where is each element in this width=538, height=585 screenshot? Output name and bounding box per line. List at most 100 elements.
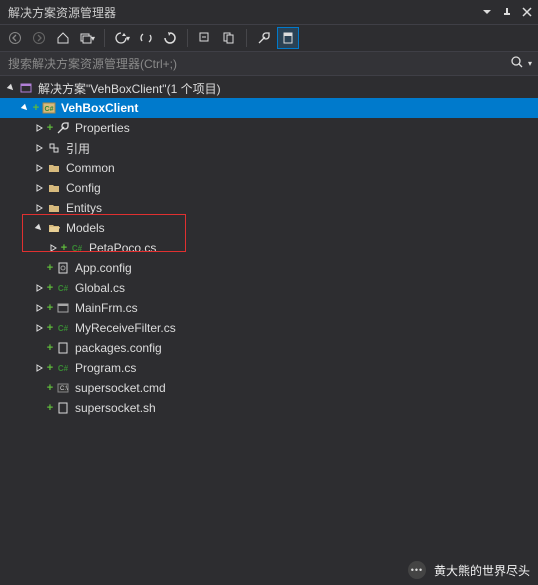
svg-text:C#: C# — [58, 324, 69, 333]
node-label: Models — [66, 221, 105, 235]
vcs-plus-icon: + — [46, 342, 54, 354]
node-label: packages.config — [75, 341, 162, 355]
csharp-file-icon: C# — [69, 240, 85, 256]
tree-node-file[interactable]: + C# MyReceiveFilter.cs — [0, 318, 538, 338]
node-label: App.config — [75, 261, 132, 275]
titlebar: 解决方案资源管理器 — [0, 0, 538, 24]
toolbar-separator — [246, 29, 247, 47]
vcs-plus-icon: + — [46, 402, 54, 414]
tree-node-file[interactable]: + C# Global.cs — [0, 278, 538, 298]
watermark-icon: ••• — [408, 561, 426, 579]
config-file-icon — [55, 340, 71, 356]
tree-node-file[interactable]: + C# Program.cs — [0, 358, 538, 378]
vcs-plus-icon: + — [46, 322, 54, 334]
folder-icon — [46, 200, 62, 216]
expand-icon[interactable] — [32, 221, 46, 235]
collapse-icon[interactable] — [32, 161, 46, 175]
file-icon — [55, 400, 71, 416]
tree-node-folder[interactable]: Config — [0, 178, 538, 198]
svg-text:C#: C# — [45, 106, 54, 113]
preview-selected-icon[interactable] — [277, 27, 299, 49]
search-dropdown-icon[interactable]: ▾ — [528, 59, 532, 68]
node-label: PetaPoco.cs — [89, 241, 156, 255]
vcs-plus-icon: + — [46, 122, 54, 134]
collapse-icon[interactable] — [32, 321, 46, 335]
node-label: Global.cs — [75, 281, 125, 295]
refresh-icon[interactable] — [159, 27, 181, 49]
search-icon[interactable] — [510, 55, 524, 72]
search-input[interactable] — [6, 56, 510, 72]
folder-icon — [46, 180, 62, 196]
project-node[interactable]: + C# VehBoxClient — [0, 98, 538, 118]
collapse-icon[interactable] — [32, 301, 46, 315]
pin-icon[interactable] — [500, 5, 514, 19]
tree-node-file[interactable]: + App.config — [0, 258, 538, 278]
collapse-icon[interactable] — [32, 121, 46, 135]
collapse-icon[interactable] — [32, 361, 46, 375]
back-icon[interactable] — [4, 27, 26, 49]
collapse-all-icon[interactable] — [194, 27, 216, 49]
solution-icon — [18, 80, 34, 96]
svg-text:C:\: C:\ — [60, 386, 68, 392]
forward-icon[interactable] — [28, 27, 50, 49]
tree-node-references[interactable]: 引用 — [0, 138, 538, 158]
vcs-plus-icon: + — [32, 102, 40, 114]
vcs-plus-icon: + — [46, 302, 54, 314]
tree-node-properties[interactable]: + Properties — [0, 118, 538, 138]
node-label: supersocket.cmd — [75, 381, 166, 395]
properties-icon[interactable] — [253, 27, 275, 49]
close-icon[interactable] — [520, 5, 534, 19]
node-label: Program.cs — [75, 361, 136, 375]
vcs-plus-icon: + — [46, 362, 54, 374]
tree-node-models[interactable]: Models — [0, 218, 538, 238]
csharp-file-icon: C# — [55, 360, 71, 376]
vcs-plus-icon: + — [46, 262, 54, 274]
node-label: MyReceiveFilter.cs — [75, 321, 176, 335]
sync-views-icon[interactable]: ▾ — [76, 27, 98, 49]
solution-node[interactable]: 解决方案"VehBoxClient"(1 个项目) — [0, 78, 538, 98]
tree-node-folder[interactable]: Common — [0, 158, 538, 178]
node-label: supersocket.sh — [75, 401, 156, 415]
sync-icon[interactable] — [135, 27, 157, 49]
svg-text:C#: C# — [58, 284, 69, 293]
config-file-icon — [55, 260, 71, 276]
solution-tree: 解决方案"VehBoxClient"(1 个项目) + C# VehBoxCli… — [0, 76, 538, 420]
search-box[interactable]: ▾ — [0, 52, 538, 76]
wrench-icon — [55, 120, 71, 136]
collapse-icon[interactable] — [32, 181, 46, 195]
home-icon[interactable] — [52, 27, 74, 49]
svg-text:C#: C# — [72, 244, 83, 253]
show-all-files-icon[interactable] — [218, 27, 240, 49]
tree-node-file[interactable]: + MainFrm.cs — [0, 298, 538, 318]
tree-node-file[interactable]: + C:\ supersocket.cmd — [0, 378, 538, 398]
tree-node-file[interactable]: + C# PetaPoco.cs — [0, 238, 538, 258]
tree-node-file[interactable]: + packages.config — [0, 338, 538, 358]
node-label: 引用 — [66, 140, 90, 157]
expand-icon[interactable] — [18, 101, 32, 115]
csharp-file-icon: C# — [55, 280, 71, 296]
toolbar-separator — [104, 29, 105, 47]
pending-changes-icon[interactable]: ▾ — [111, 27, 133, 49]
csharp-file-icon: C# — [55, 320, 71, 336]
node-label: Common — [66, 161, 115, 175]
toolbar: ▾ ▾ — [0, 24, 538, 52]
node-label: Config — [66, 181, 101, 195]
toolbar-separator — [187, 29, 188, 47]
window-menu-icon[interactable] — [480, 5, 494, 19]
tree-node-file[interactable]: + supersocket.sh — [0, 398, 538, 418]
window-controls — [480, 5, 534, 19]
svg-text:C#: C# — [58, 364, 69, 373]
vcs-plus-icon: + — [46, 382, 54, 394]
solution-label: 解决方案"VehBoxClient"(1 个项目) — [38, 80, 221, 97]
tree-node-folder[interactable]: Entitys — [0, 198, 538, 218]
node-label: MainFrm.cs — [75, 301, 138, 315]
collapse-icon[interactable] — [32, 281, 46, 295]
cmd-file-icon: C:\ — [55, 380, 71, 396]
expand-icon[interactable] — [4, 81, 18, 95]
watermark-text: 黄大熊的世界尽头 — [434, 562, 530, 579]
collapse-icon[interactable] — [32, 141, 46, 155]
collapse-icon[interactable] — [32, 201, 46, 215]
folder-icon — [46, 160, 62, 176]
vcs-plus-icon: + — [46, 282, 54, 294]
collapse-icon[interactable] — [46, 241, 60, 255]
